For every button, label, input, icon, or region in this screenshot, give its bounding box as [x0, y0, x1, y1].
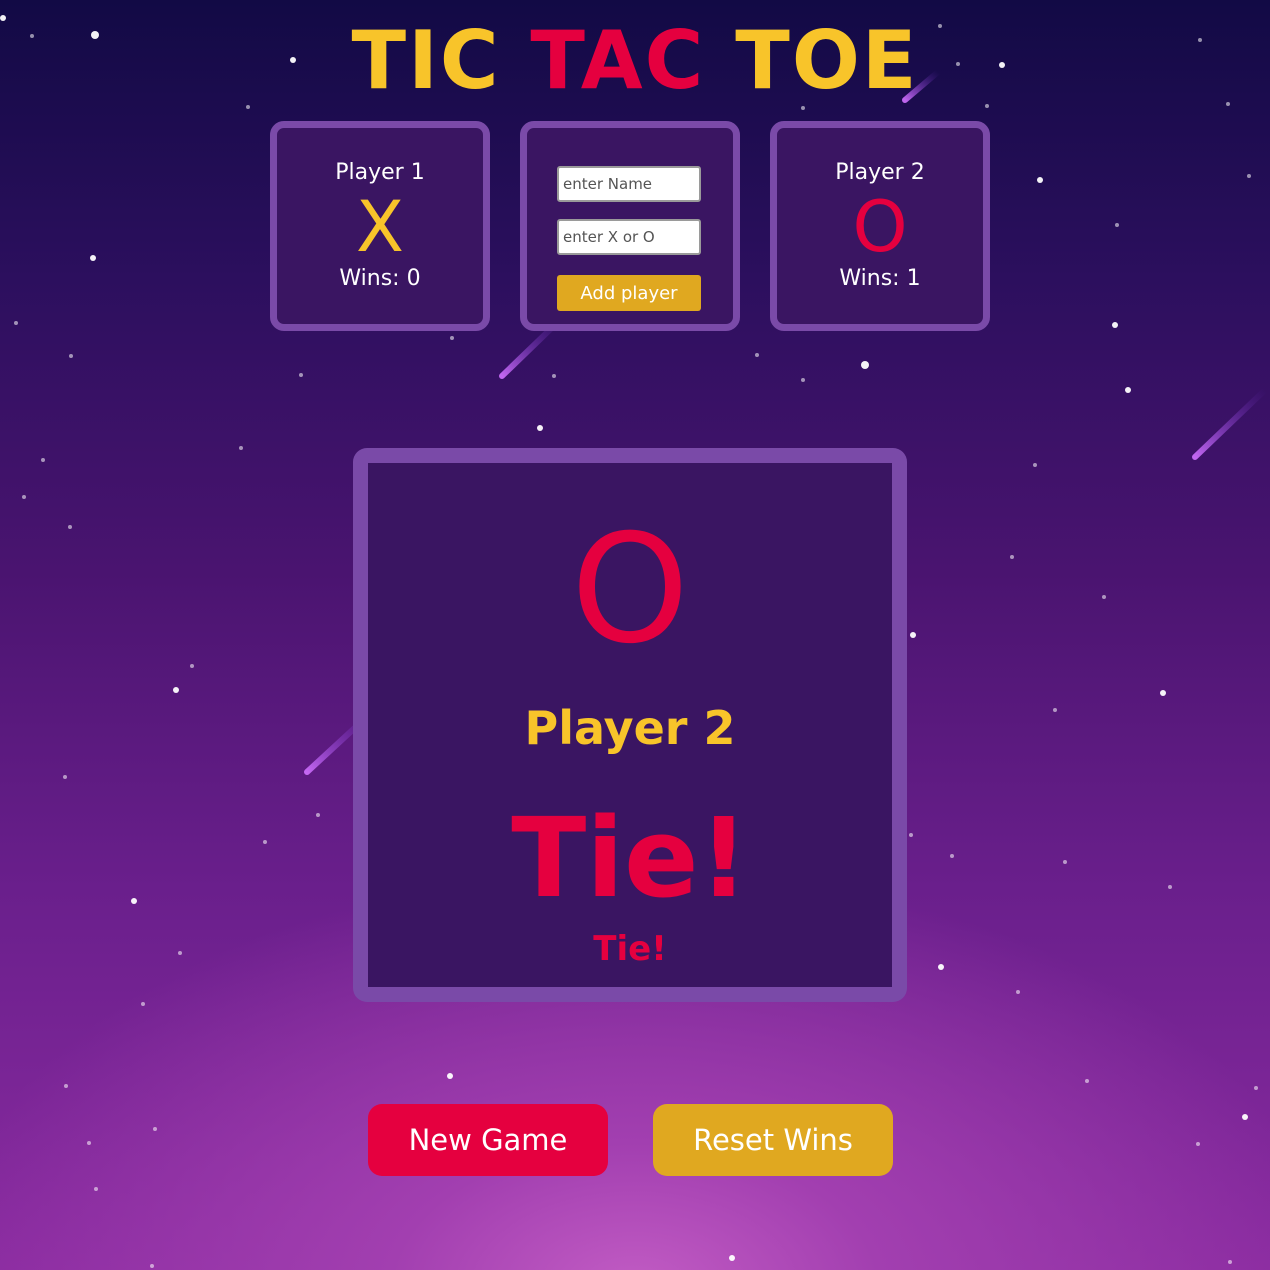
current-mark: O: [570, 503, 690, 677]
current-player: Player 2: [524, 701, 736, 755]
star: [90, 255, 96, 261]
star: [447, 1073, 453, 1079]
star: [1242, 1114, 1248, 1120]
star: [1254, 1086, 1258, 1090]
add-player-card: Add player: [520, 121, 740, 331]
star: [131, 898, 137, 904]
player1-mark: X: [356, 186, 404, 268]
star: [239, 446, 243, 450]
mark-input[interactable]: [557, 219, 701, 255]
player2-card: Player 2 O Wins: 1: [770, 121, 990, 331]
star: [450, 336, 454, 340]
star: [552, 374, 556, 378]
star: [150, 1264, 154, 1268]
star: [263, 840, 267, 844]
star: [1085, 1079, 1089, 1083]
player2-mark: O: [852, 186, 908, 268]
reset-wins-button[interactable]: Reset Wins: [653, 1104, 893, 1176]
star: [861, 361, 869, 369]
star: [938, 964, 944, 970]
star: [537, 425, 543, 431]
star: [153, 1127, 157, 1131]
star: [755, 353, 759, 357]
add-player-button[interactable]: Add player: [557, 275, 701, 311]
player1-card: Player 1 X Wins: 0: [270, 121, 490, 331]
star: [1016, 990, 1020, 994]
new-game-button[interactable]: New Game: [368, 1104, 608, 1176]
title-tic: TIC: [351, 14, 501, 107]
star: [1247, 174, 1251, 178]
star: [1037, 177, 1043, 183]
shooting-star: [1192, 387, 1268, 460]
game-board[interactable]: O Player 2 Tie! Tie!: [353, 448, 907, 1002]
star: [94, 1187, 98, 1191]
star: [299, 373, 303, 377]
star: [1228, 1260, 1232, 1264]
star: [1102, 595, 1106, 599]
star: [729, 1255, 735, 1261]
star: [909, 833, 913, 837]
player1-name: Player 1: [335, 160, 425, 185]
star: [801, 378, 805, 382]
star: [910, 632, 916, 638]
star: [1115, 223, 1119, 227]
star: [190, 664, 194, 668]
star: [1160, 690, 1166, 696]
name-input[interactable]: [557, 166, 701, 202]
title-tac: TAC: [530, 14, 706, 107]
star: [1010, 555, 1014, 559]
star: [63, 775, 67, 779]
star: [41, 458, 45, 462]
title-toe: TOE: [735, 14, 919, 107]
star: [22, 495, 26, 499]
star: [141, 1002, 145, 1006]
star: [1196, 1142, 1200, 1146]
game-title: TIC TAC TOE: [0, 14, 1270, 108]
star: [1112, 322, 1118, 328]
player2-name: Player 2: [835, 160, 925, 185]
result-text: Tie!: [511, 794, 749, 922]
star: [178, 951, 182, 955]
star: [69, 354, 73, 358]
player1-wins: Wins: 0: [339, 266, 421, 291]
star: [64, 1084, 68, 1088]
star: [173, 687, 179, 693]
star: [1033, 463, 1037, 467]
result-subtext: Tie!: [593, 929, 667, 969]
star: [1063, 860, 1067, 864]
player2-wins: Wins: 1: [839, 266, 921, 291]
star: [87, 1141, 91, 1145]
star: [1053, 708, 1057, 712]
star: [950, 854, 954, 858]
star: [68, 525, 72, 529]
star: [316, 813, 320, 817]
star: [14, 321, 18, 325]
star: [1168, 885, 1172, 889]
star: [1125, 387, 1131, 393]
